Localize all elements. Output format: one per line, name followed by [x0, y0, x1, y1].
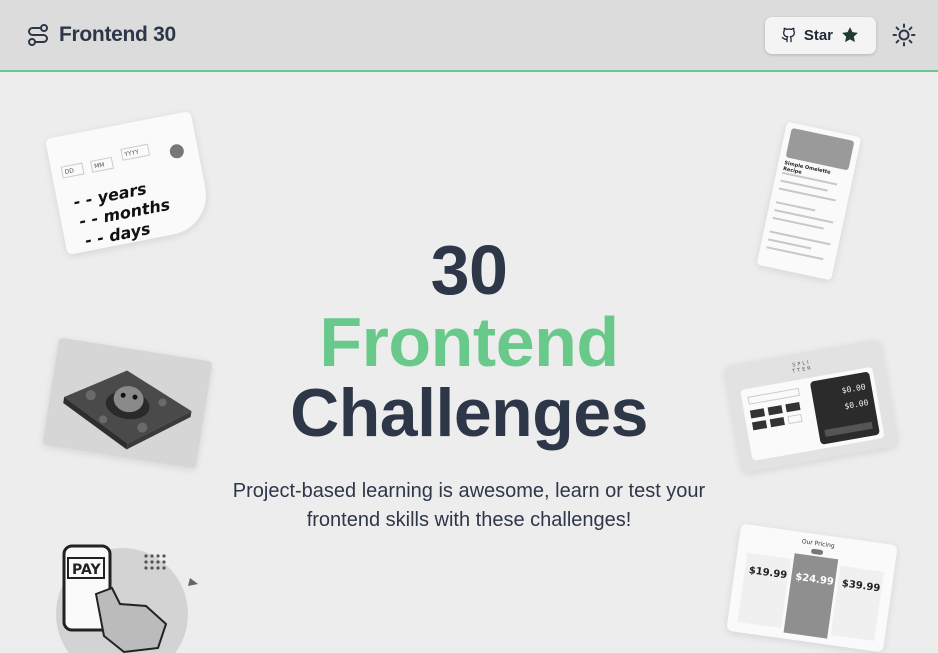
billing-toggle	[810, 548, 824, 556]
header-actions: Star	[764, 16, 916, 54]
brand-link[interactable]: Frontend 30	[26, 23, 176, 47]
star-label: Star	[803, 26, 833, 44]
recipe-line	[774, 209, 834, 224]
brand-name: Frontend 30	[59, 23, 176, 46]
hero-section: 30 Frontend Challenges Project-based lea…	[0, 72, 938, 653]
month-field: MM	[90, 156, 114, 173]
recipe-line	[766, 246, 824, 261]
route-icon	[28, 24, 48, 46]
recipe-line	[769, 230, 831, 246]
hero-subtitle: Project-based learning is awesome, learn…	[232, 480, 706, 531]
master-plan	[830, 565, 884, 642]
year-field: YYYY	[120, 143, 151, 161]
github-icon	[781, 27, 795, 43]
sun-icon[interactable]	[892, 23, 916, 47]
splitter-logo: SPLI TTER	[791, 359, 814, 375]
basic-plan	[737, 552, 791, 629]
payment-preview[interactable]: PAY	[54, 544, 204, 653]
payment-illustration-icon	[56, 544, 198, 653]
day-field: DD	[60, 162, 85, 179]
arrow-button-icon	[168, 143, 186, 160]
github-star-button[interactable]: Star	[764, 16, 876, 54]
pro-plan	[783, 553, 839, 639]
pay-label: PAY	[72, 562, 101, 578]
top-nav: Frontend 30 Star	[0, 0, 938, 72]
pricing-page-preview[interactable]: Our Pricing $19.99 $24.99 $39.99	[726, 523, 898, 653]
star-icon	[842, 27, 858, 43]
